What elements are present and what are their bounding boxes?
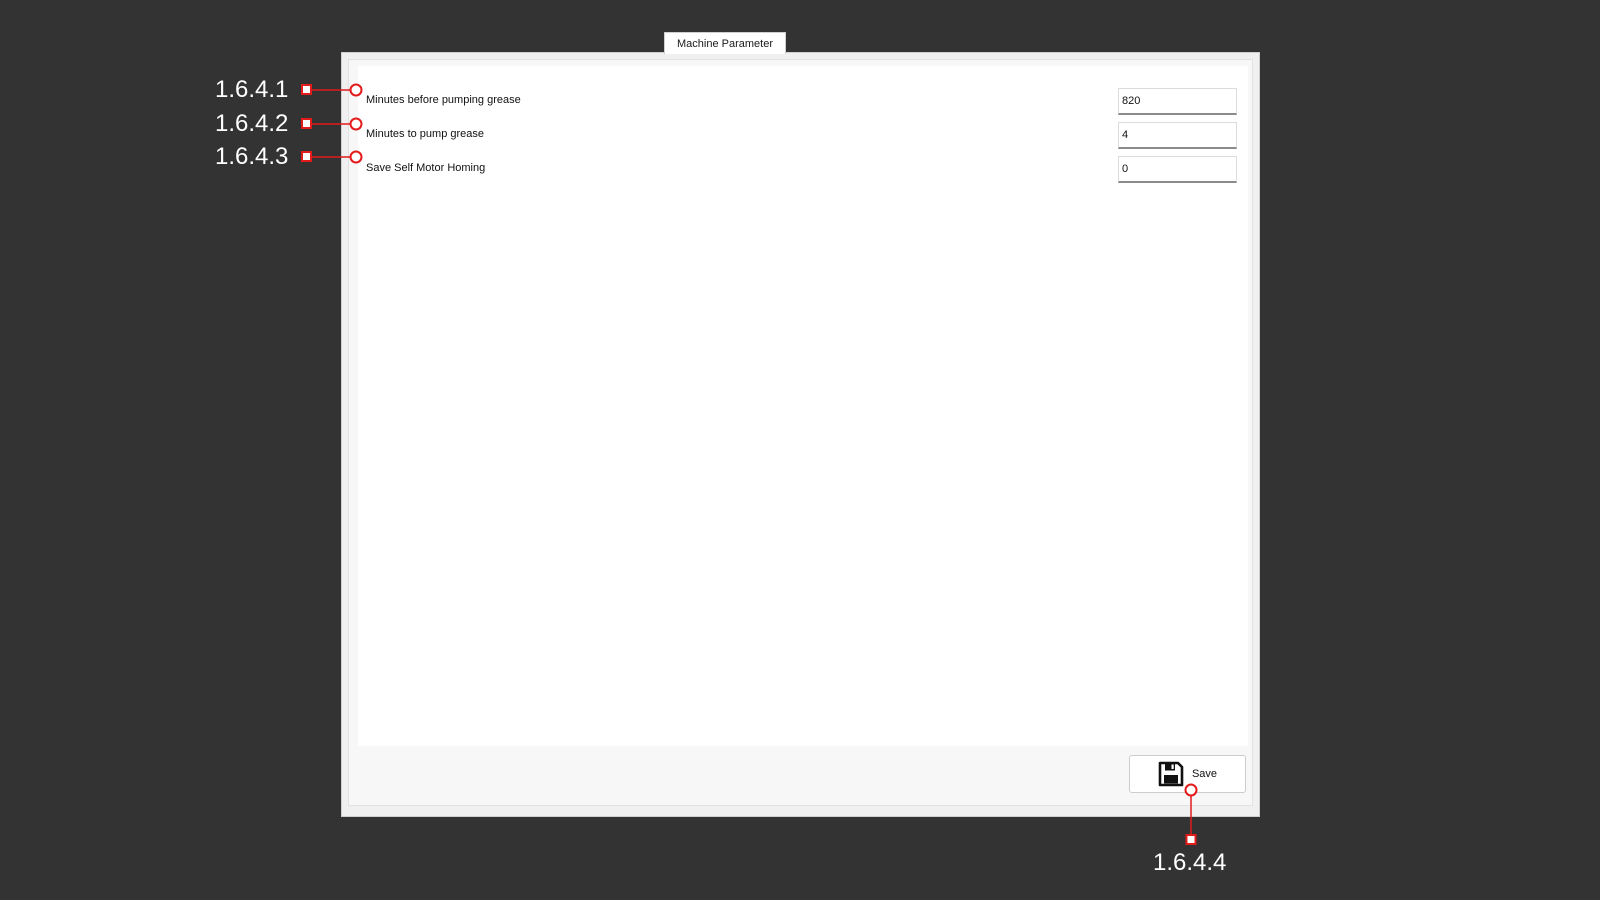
parameter-row: Save Self Motor Homing <box>358 155 1248 183</box>
save-button-label: Save <box>1191 768 1218 780</box>
parameter-label: Minutes to pump grease <box>366 128 485 140</box>
annotation-label: 1.6.4.3 <box>215 143 289 170</box>
minutes-to-pump-grease-input[interactable] <box>1118 122 1237 149</box>
annotation-label: 1.6.4.4 <box>1153 849 1227 876</box>
tab-machine-parameter[interactable]: Machine Parameter <box>664 32 786 54</box>
save-button[interactable]: Save <box>1129 755 1246 793</box>
tab-label: Machine Parameter <box>677 37 773 50</box>
parameter-row: Minutes before pumping grease <box>358 87 1248 115</box>
parameter-label: Save Self Motor Homing <box>366 162 486 174</box>
annotation-label: 1.6.4.1 <box>215 76 289 103</box>
save-self-motor-homing-input[interactable] <box>1118 156 1237 183</box>
parameter-label: Minutes before pumping grease <box>366 94 521 106</box>
parameter-list: Minutes before pumping grease Minutes to… <box>358 66 1248 746</box>
annotation-label: 1.6.4.2 <box>215 110 289 137</box>
parameter-row: Minutes to pump grease <box>358 121 1248 149</box>
floppy-disk-icon <box>1158 761 1184 787</box>
machine-parameter-panel: Minutes before pumping grease Minutes to… <box>341 52 1260 817</box>
minutes-before-pumping-grease-input[interactable] <box>1118 88 1237 115</box>
panel-frame: Minutes before pumping grease Minutes to… <box>348 59 1253 806</box>
